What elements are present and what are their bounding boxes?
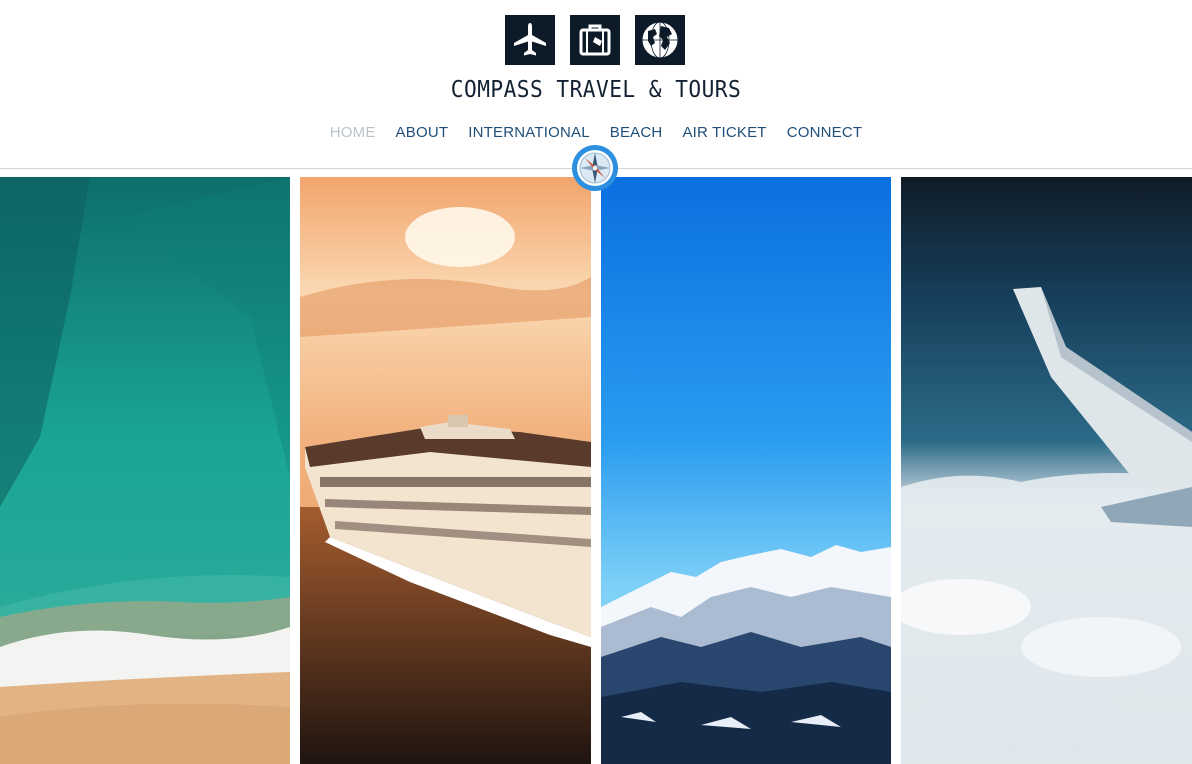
site-title: COMPASS TRAVEL & TOURS [450, 77, 742, 103]
snowy-mountains-photo[interactable] [601, 177, 891, 764]
logo-icons [505, 15, 685, 65]
cruise-ship-photo[interactable] [300, 177, 591, 764]
nav-beach[interactable]: BEACH [610, 124, 663, 141]
suitcase-icon [570, 15, 620, 65]
nav-connect[interactable]: CONNECT [787, 124, 863, 141]
beach-aerial-photo[interactable] [0, 177, 290, 764]
airplane-icon [505, 15, 555, 65]
nav-international[interactable]: INTERNATIONAL [468, 124, 590, 141]
main-nav: HOME ABOUT INTERNATIONAL BEACH AIR TICKE… [0, 124, 1192, 141]
nav-home[interactable]: HOME [330, 124, 376, 141]
nav-air-ticket[interactable]: AIR TICKET [682, 124, 766, 141]
globe-icon [635, 15, 685, 65]
photo-gallery [0, 177, 1192, 764]
nav-about[interactable]: ABOUT [396, 124, 449, 141]
compass-icon [572, 145, 618, 191]
airplane-wing-clouds-photo[interactable] [901, 177, 1192, 764]
